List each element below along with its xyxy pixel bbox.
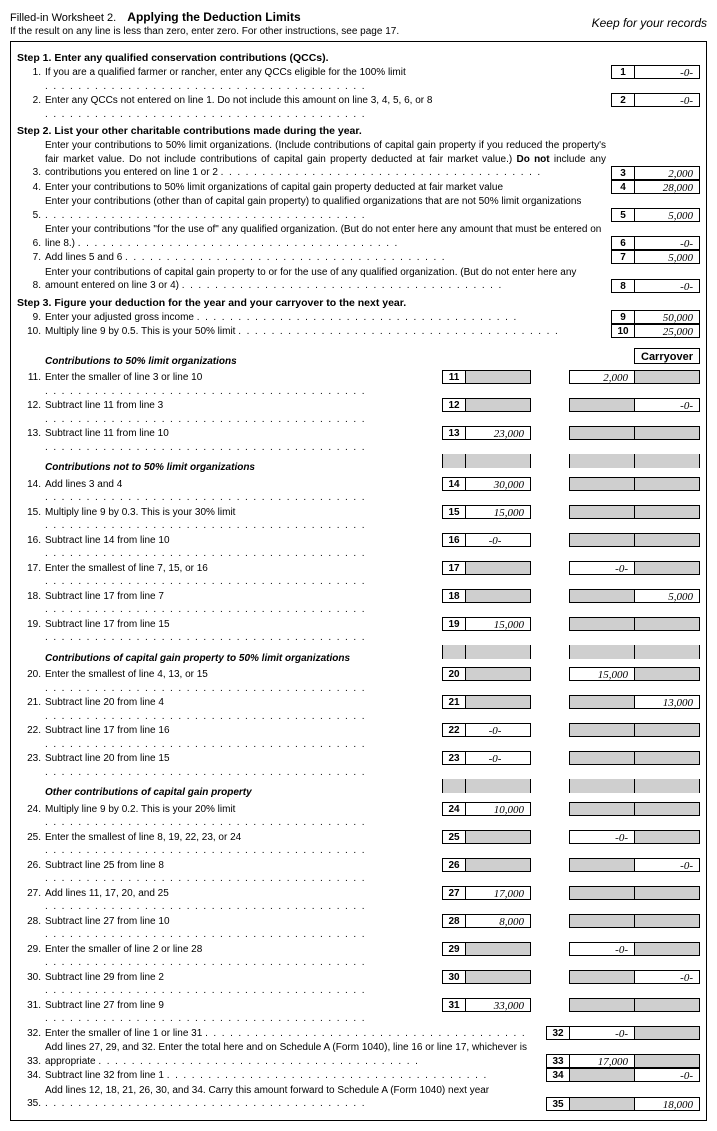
carryover-header: Carryover [634,348,700,364]
line-17: 17.Enter the smallest of line 7, 15, or … [17,562,700,589]
step1-heading: Step 1. Enter any qualified conservation… [17,52,700,64]
line-4-value: 28,000 [634,180,700,194]
line-13: 13. Subtract line 11 from line 10 13 23,… [17,427,700,454]
line-4-label: 4 [611,180,635,194]
carryover-header-row: Contributions to 50% limit organizations… [17,349,700,371]
line-30: 30.Subtract line 29 from line 2 30-0- [17,971,700,998]
line-13-a: 23,000 [465,426,531,440]
line-23: 23.Subtract line 20 from line 15 23-0- [17,752,700,779]
line-34: 34.Subtract line 32 from line 1 34 -0- [17,1069,700,1083]
line-15: 15.Multiply line 9 by 0.3. This is your … [17,506,700,533]
line-20: 20.Enter the smallest of line 4, 13, or … [17,668,700,695]
line-22: 22.Subtract line 17 from line 16 22-0- [17,724,700,751]
line-9-label: 9 [611,310,635,324]
line-8: 8. Enter your contributions of capital g… [17,266,700,293]
line-11: 11. Enter the smaller of line 3 or line … [17,371,700,398]
subhead-50pct: Contributions to 50% limit organizations [45,355,437,369]
line-21: 21.Subtract line 20 from line 4 2113,000 [17,696,700,723]
line-2-value: -0- [634,93,700,107]
title-prefix: Filled-in Worksheet 2. [10,12,116,24]
line-33: 33.Add lines 27, 29, and 32. Enter the t… [17,1041,700,1068]
line-6: 6. Enter your contributions "for the use… [17,223,700,250]
line-19: 19.Subtract line 17 from line 15 1915,00… [17,618,700,645]
title-main: Applying the Deduction Limits [127,10,300,24]
line-9: 9. Enter your adjusted gross income 9 50… [17,311,700,325]
line-12: 12. Subtract line 11 from line 3 12 -0- [17,399,700,426]
line-6-value: -0- [634,236,700,250]
line-8-label: 8 [611,279,635,293]
line-8-value: -0- [634,279,700,293]
line-31: 31.Subtract line 27 from line 9 3133,000 [17,999,700,1026]
line-5-label: 5 [611,208,635,222]
line-3-value: 2,000 [634,166,700,180]
line-28: 28.Subtract line 27 from line 10 288,000 [17,915,700,942]
line-10: 10. Multiply line 9 by 0.5. This is your… [17,325,700,339]
line-16: 16.Subtract line 14 from line 10 16-0- [17,534,700,561]
line-3-label: 3 [611,166,635,180]
subhead-othercgp: Other contributions of capital gain prop… [45,786,437,800]
line-10-value: 25,000 [634,324,700,338]
line-26: 26.Subtract line 25 from line 8 26-0- [17,859,700,886]
worksheet-frame: Step 1. Enter any qualified conservation… [10,41,707,1121]
line-18: 18.Subtract line 17 from line 7 185,000 [17,590,700,617]
line-32: 32.Enter the smaller of line 1 or line 3… [17,1027,700,1041]
line-4: 4. Enter your contributions to 50% limit… [17,181,700,195]
keep-for-records: Keep for your records [592,16,707,30]
line-29: 29.Enter the smaller of line 2 or line 2… [17,943,700,970]
subhead-not50: Contributions not to 50% limit organizat… [45,461,437,475]
line-6-label: 6 [611,236,635,250]
line-7-label: 7 [611,250,635,264]
line-25: 25.Enter the smallest of line 8, 19, 22,… [17,831,700,858]
line-7-value: 5,000 [634,250,700,264]
step2-heading: Step 2. List your other charitable contr… [17,125,700,137]
line-27: 27.Add lines 11, 17, 20, and 25 2717,000 [17,887,700,914]
worksheet-header: Filled-in Worksheet 2. Applying the Dedu… [10,10,707,37]
line-1-label: 1 [611,65,635,79]
line-9-value: 50,000 [634,310,700,324]
subhead-cgp50: Contributions of capital gain property t… [45,652,437,666]
line-5: 5. Enter your contributions (other than … [17,195,700,222]
line-12-d: -0- [634,398,700,412]
line-11-c: 2,000 [569,370,635,384]
line-3: 3. Enter your contributions to 50% limit… [17,139,700,180]
step3-heading: Step 3. Figure your deduction for the ye… [17,297,700,309]
line-24: 24.Multiply line 9 by 0.2. This is your … [17,803,700,830]
line-1: 1. If you are a qualified farmer or ranc… [17,66,700,93]
line-5-value: 5,000 [634,208,700,222]
line-35: 35.Add lines 12, 18, 21, 26, 30, and 34.… [17,1084,700,1111]
line-10-label: 10 [611,324,635,338]
line-2-label: 2 [611,93,635,107]
line-1-value: -0- [634,65,700,79]
line-14: 14.Add lines 3 and 4 1430,000 [17,478,700,505]
line-2: 2. Enter any QCCs not entered on line 1.… [17,94,700,121]
line-7: 7. Add lines 5 and 6 7 5,000 [17,251,700,265]
